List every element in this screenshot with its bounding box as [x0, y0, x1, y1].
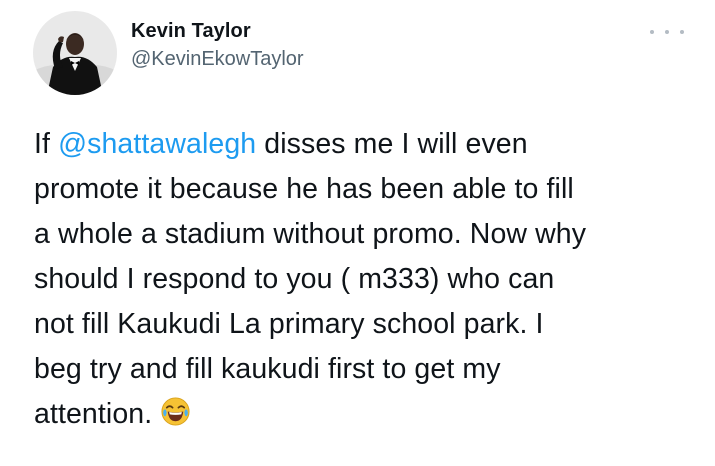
tweet-line: not fill Kaukudi La primary school park.… — [34, 308, 544, 340]
tweet-line: beg try and fill kaukudi first to get my — [34, 353, 501, 385]
tweet-line: promote it because he has been able to f… — [34, 173, 574, 205]
tweet-text-segment: disses me I will even — [256, 128, 528, 160]
tweet-line: If @shattawalegh disses me I will even — [34, 122, 704, 167]
tweet-line: should I respond to you ( m333) who can — [34, 263, 555, 295]
author-info: Kevin Taylor @KevinEkowTaylor — [131, 19, 304, 71]
tweet-text-segment: If — [34, 128, 59, 160]
profile-photo-icon — [33, 11, 117, 95]
tweet-text: If @shattawalegh disses me I will even p… — [34, 122, 704, 437]
tweet-text-segment: attention. — [34, 398, 153, 430]
display-name[interactable]: Kevin Taylor — [131, 19, 304, 43]
avatar[interactable] — [33, 11, 117, 95]
tweet-line: a whole a stadium without promo. Now why — [34, 218, 587, 250]
dot — [665, 30, 669, 34]
more-options-icon[interactable] — [650, 25, 684, 39]
mention-link[interactable]: @shattawalegh — [58, 128, 256, 160]
tweet-card: Kevin Taylor @KevinEkowTaylor If @shatta… — [0, 0, 715, 466]
tweet-line: attention. — [34, 392, 704, 437]
laughing-emoji-icon — [160, 396, 191, 427]
user-handle[interactable]: @KevinEkowTaylor — [131, 47, 304, 71]
dot — [650, 30, 654, 34]
dot — [680, 30, 684, 34]
